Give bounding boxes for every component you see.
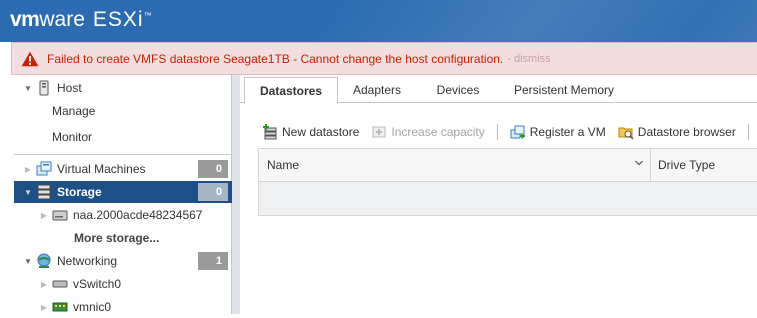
column-header-name[interactable]: Name xyxy=(259,148,651,182)
nav-host[interactable]: ▼ Host xyxy=(14,77,232,99)
networking-count-badge: 1 xyxy=(198,252,228,270)
alert-message: Failed to create VMFS datastore Seagate1… xyxy=(47,51,504,66)
vmware-esxi-logo: vmware ESXi™ xyxy=(10,8,152,31)
nav-vm-label: Virtual Machines xyxy=(57,162,146,176)
increase-capacity-button[interactable]: Increase capacity xyxy=(371,124,485,140)
vm-icon xyxy=(36,161,52,177)
expand-caret-icon[interactable]: ▼ xyxy=(22,257,34,266)
expand-caret-icon[interactable]: ▼ xyxy=(22,188,34,197)
error-alert: Failed to create VMFS datastore Seagate1… xyxy=(11,42,757,75)
datastore-browser-label: Datastore browser xyxy=(637,125,736,139)
datastores-grid: Name Drive Type xyxy=(258,148,757,216)
nav-storage[interactable]: ▼ Storage 0 xyxy=(14,181,232,203)
nav-storage-device[interactable]: ▶ naa.2000acde48234567 xyxy=(14,204,232,226)
new-datastore-icon xyxy=(262,124,278,140)
nav-host-manage[interactable]: Manage xyxy=(14,100,232,122)
column-drive-type-label: Drive Type xyxy=(658,158,716,172)
nic-icon xyxy=(52,299,68,315)
navigator-sidebar: ▼ Host Manage Monitor ▶ Virtual Machines… xyxy=(14,75,232,314)
storage-count-badge: 0 xyxy=(198,183,228,201)
register-vm-button[interactable]: Register a VM xyxy=(510,124,606,140)
expand-caret-icon[interactable]: ▶ xyxy=(38,280,50,289)
column-name-label: Name xyxy=(267,158,300,172)
tab-datastores[interactable]: Datastores xyxy=(244,77,338,104)
nav-monitor-label: Monitor xyxy=(52,130,93,144)
grid-empty-row xyxy=(259,182,757,215)
datastore-browser-icon xyxy=(618,124,634,140)
tab-adapters[interactable]: Adapters xyxy=(342,77,412,103)
app-header: vmware ESXi™ xyxy=(0,0,757,42)
network-icon xyxy=(36,253,52,269)
new-datastore-button[interactable]: New datastore xyxy=(262,124,359,140)
increase-capacity-icon xyxy=(371,124,387,140)
nav-networking-label: Networking xyxy=(57,254,118,268)
tab-persistent-memory[interactable]: Persistent Memory xyxy=(506,77,622,103)
nav-host-label: Host xyxy=(57,81,82,95)
chevron-down-icon[interactable] xyxy=(634,158,644,168)
page-left-edge xyxy=(0,42,11,314)
toolbar-separator xyxy=(496,124,498,140)
host-icon xyxy=(36,80,52,96)
warning-icon xyxy=(21,51,39,66)
nav-vswitch[interactable]: ▶ vSwitch0 xyxy=(14,273,232,295)
expand-caret-icon[interactable]: ▼ xyxy=(22,84,34,93)
sidebar-resize-gutter[interactable] xyxy=(232,75,240,314)
expand-caret-icon[interactable]: ▶ xyxy=(22,165,34,174)
nav-device-label: naa.2000acde48234567 xyxy=(73,208,203,222)
tab-bar: Datastores Adapters Devices Persistent M… xyxy=(240,77,757,104)
nav-networking[interactable]: ▼ Networking 1 xyxy=(14,250,232,272)
dismiss-link[interactable]: - dismiss xyxy=(507,53,550,65)
nav-host-monitor[interactable]: Monitor xyxy=(14,126,232,148)
vm-count-badge: 0 xyxy=(198,160,228,178)
register-vm-label: Register a VM xyxy=(529,125,606,139)
sidebar-divider xyxy=(14,154,232,155)
nav-manage-label: Manage xyxy=(52,104,96,118)
nav-more-storage[interactable]: More storage... xyxy=(14,227,232,249)
vswitch-icon xyxy=(52,276,68,292)
toolbar-separator xyxy=(747,124,749,140)
tab-devices[interactable]: Devices xyxy=(426,77,490,103)
disk-icon xyxy=(52,207,68,223)
datastore-toolbar: New datastore Increase capacity Register… xyxy=(262,123,757,141)
register-vm-icon xyxy=(510,124,526,140)
storage-icon xyxy=(36,184,52,200)
new-datastore-label: New datastore xyxy=(282,125,360,139)
header-decoration xyxy=(283,0,757,42)
main-panel: Datastores Adapters Devices Persistent M… xyxy=(240,75,757,314)
nav-vmnic-label: vmnic0 xyxy=(73,300,112,314)
expand-caret-icon[interactable]: ▶ xyxy=(38,211,50,220)
nav-virtual-machines[interactable]: ▶ Virtual Machines 0 xyxy=(14,158,232,180)
column-header-drive-type[interactable]: Drive Type xyxy=(651,158,715,172)
nav-storage-label: Storage xyxy=(57,185,102,199)
nav-vmnic[interactable]: ▶ vmnic0 xyxy=(14,296,232,318)
datastore-browser-button[interactable]: Datastore browser xyxy=(618,124,736,140)
grid-header: Name Drive Type xyxy=(259,148,757,182)
nav-vswitch-label: vSwitch0 xyxy=(73,277,122,291)
expand-caret-icon[interactable]: ▶ xyxy=(38,303,50,312)
increase-capacity-label: Increase capacity xyxy=(391,125,485,139)
nav-more-storage-label: More storage... xyxy=(74,231,160,245)
